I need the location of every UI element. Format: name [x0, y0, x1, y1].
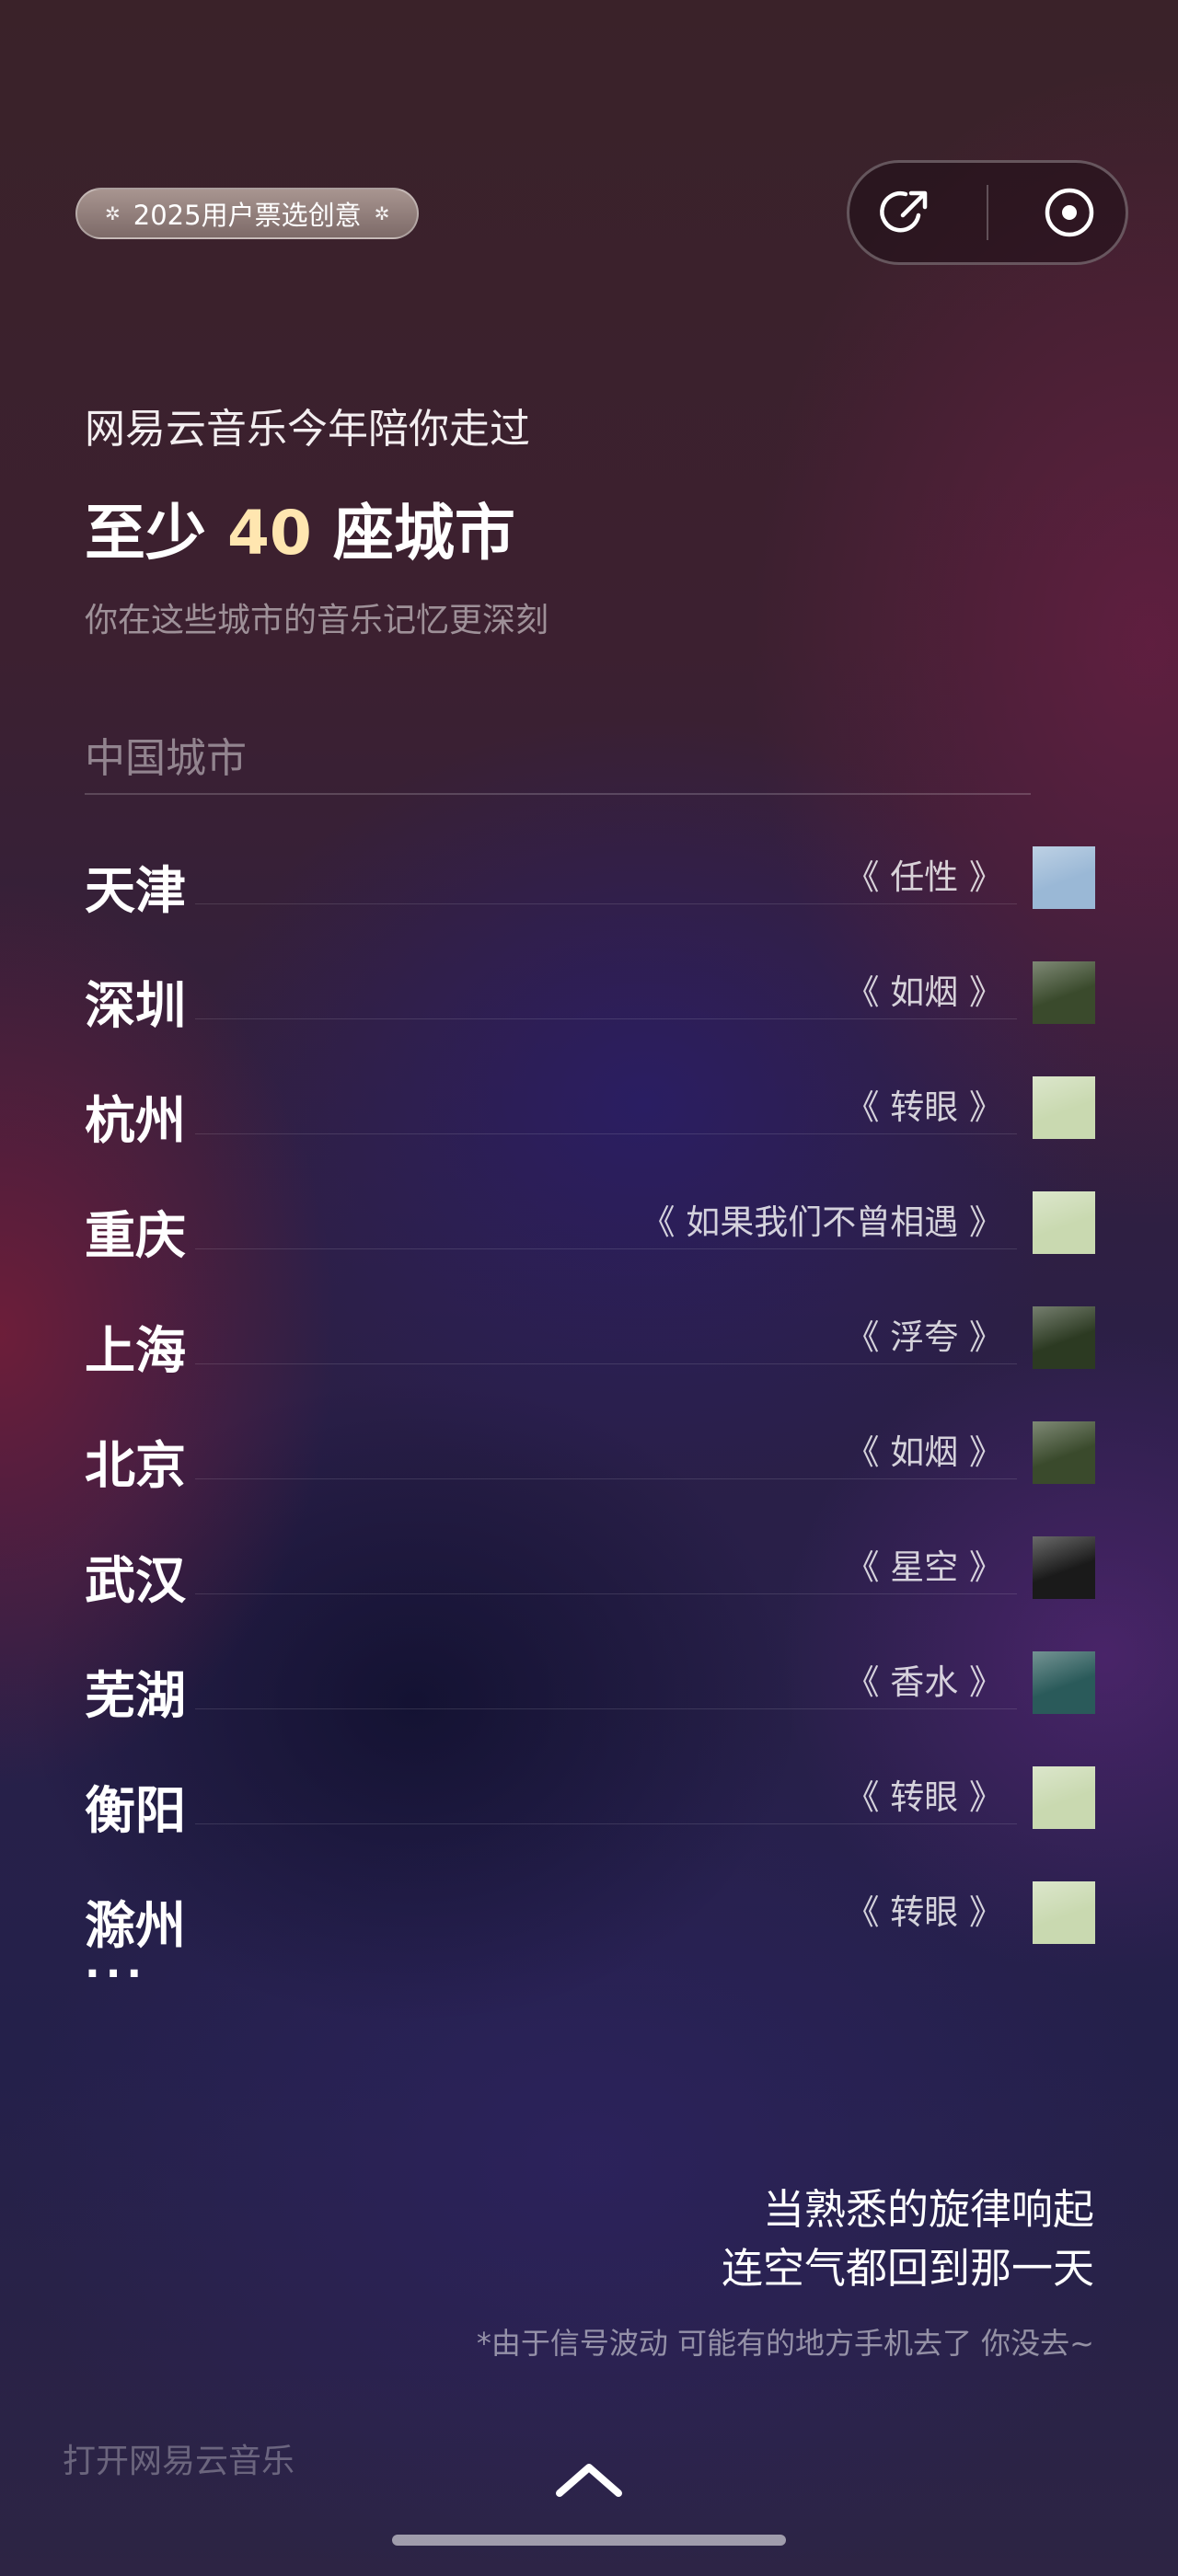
city-list: 天津 《 任性 》 深圳 《 如烟 》 杭州 《 转眼 》 重庆 《 如果我们不…: [85, 828, 1095, 1978]
city-name: 重庆: [85, 1205, 187, 1265]
record-dot-icon: [1045, 188, 1093, 237]
headline-prefix: 至少: [85, 498, 227, 569]
row-divider: [195, 1478, 1017, 1479]
sparkle-icon: ✲: [105, 202, 121, 224]
album-cover: [1033, 1191, 1095, 1254]
album-cover: [1033, 846, 1095, 909]
city-row[interactable]: 深圳 《 如烟 》: [85, 943, 1095, 1058]
closing-line-2: 连空气都回到那一天: [721, 2244, 1094, 2293]
record-button[interactable]: [1037, 180, 1102, 245]
city-name: 上海: [85, 1320, 187, 1380]
row-divider: [195, 1133, 1017, 1134]
city-name: 衡阳: [85, 1780, 187, 1840]
song-title: 《 转眼 》: [845, 1777, 1003, 1817]
section-divider: [85, 793, 1031, 795]
vote-badge: ✲ 2025用户票选创意 ✲: [75, 188, 420, 239]
row-divider: [195, 1823, 1017, 1824]
song-title: 《 转眼 》: [845, 1892, 1003, 1932]
city-row[interactable]: 滁州 《 转眼 》: [85, 1863, 1095, 1978]
song-title: 《 如烟 》: [845, 972, 1003, 1012]
city-row[interactable]: 天津 《 任性 》: [85, 828, 1095, 943]
city-name: 芜湖: [85, 1665, 187, 1725]
city-row[interactable]: 武汉 《 星空 》: [85, 1518, 1095, 1633]
closing-text: 当熟悉的旋律响起 连空气都回到那一天: [722, 2180, 1094, 2298]
headline: 至少 40 座城市: [85, 484, 515, 572]
intro-line: 网易云音乐今年陪你走过: [85, 406, 530, 453]
row-divider: [195, 1018, 1017, 1019]
share-button[interactable]: [873, 180, 938, 245]
album-cover: [1033, 961, 1095, 1024]
city-row[interactable]: 衡阳 《 转眼 》: [85, 1748, 1095, 1863]
city-name: 天津: [85, 860, 187, 920]
capsule-divider: [986, 185, 988, 240]
album-cover: [1033, 1766, 1095, 1829]
footnote: *由于信号波动 可能有的地方手机去了 你没去~: [476, 2326, 1094, 2361]
song-title: 《 星空 》: [845, 1547, 1003, 1587]
album-cover: [1033, 1536, 1095, 1599]
song-title: 《 任性 》: [845, 857, 1003, 897]
song-title: 《 如烟 》: [845, 1432, 1003, 1472]
city-row[interactable]: 上海 《 浮夸 》: [85, 1288, 1095, 1403]
song-title: 《 香水 》: [845, 1662, 1003, 1702]
city-name: 杭州: [85, 1090, 187, 1150]
row-divider: [195, 1708, 1017, 1709]
city-row[interactable]: 杭州 《 转眼 》: [85, 1058, 1095, 1173]
city-name: 滁州: [85, 1895, 187, 1955]
chevron-up-icon[interactable]: [550, 2456, 628, 2502]
more-ellipsis: ···: [85, 1950, 148, 1997]
city-row[interactable]: 芜湖 《 香水 》: [85, 1633, 1095, 1748]
open-app-link[interactable]: 打开网易云音乐: [63, 2434, 294, 2482]
sparkle-icon: ✲: [374, 202, 390, 224]
city-name: 武汉: [85, 1550, 187, 1610]
share-arrow-icon: [880, 190, 928, 233]
row-divider: [195, 1593, 1017, 1594]
album-cover: [1033, 1881, 1095, 1944]
city-name: 北京: [85, 1435, 187, 1495]
subtitle: 你在这些城市的音乐记忆更深刻: [85, 602, 549, 639]
headline-suffix: 座城市: [311, 498, 515, 569]
city-row[interactable]: 北京 《 如烟 》: [85, 1403, 1095, 1518]
song-title: 《 浮夸 》: [845, 1317, 1003, 1357]
row-divider: [195, 1363, 1017, 1364]
top-action-capsule: [847, 160, 1128, 265]
city-row[interactable]: 重庆 《 如果我们不曾相遇 》: [85, 1173, 1095, 1288]
section-title: 中国城市: [85, 735, 247, 782]
song-title: 《 如果我们不曾相遇 》: [641, 1202, 1003, 1242]
album-cover: [1033, 1306, 1095, 1369]
badge-label: 2025用户票选创意: [133, 200, 362, 231]
album-cover: [1033, 1421, 1095, 1484]
row-divider: [195, 903, 1017, 904]
row-divider: [195, 1248, 1017, 1249]
album-cover: [1033, 1651, 1095, 1714]
closing-line-1: 当熟悉的旋律响起: [762, 2185, 1094, 2234]
home-indicator[interactable]: [392, 2535, 786, 2546]
city-count: 40: [226, 498, 312, 569]
song-title: 《 转眼 》: [845, 1087, 1003, 1127]
album-cover: [1033, 1076, 1095, 1139]
city-name: 深圳: [85, 975, 187, 1035]
